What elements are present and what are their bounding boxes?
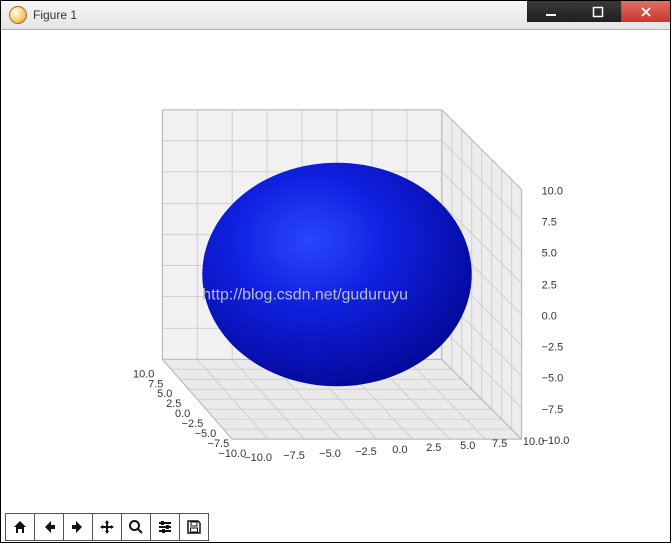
close-button[interactable]: [621, 1, 670, 22]
watermark-text: http://blog.csdn.net/guduruyu: [202, 286, 408, 303]
zoom-button[interactable]: [121, 513, 151, 541]
window-title: Figure 1: [33, 8, 77, 22]
arrow-left-icon: [41, 519, 57, 535]
y-tick: 2.5: [426, 442, 441, 454]
titlebar[interactable]: Figure 1: [1, 1, 670, 30]
z-tick: −5.0: [542, 372, 564, 384]
arrow-right-icon: [70, 519, 86, 535]
maximize-button[interactable]: [574, 1, 621, 22]
subplots-button[interactable]: [150, 513, 180, 541]
y-tick: 10.0: [523, 436, 544, 448]
z-tick: 7.5: [542, 217, 557, 229]
app-icon: [9, 6, 27, 24]
window-controls: [527, 1, 670, 22]
figure-window: Figure 1: [0, 0, 671, 543]
save-icon: [186, 519, 202, 535]
z-axis-ticks: 10.0 7.5 5.0 2.5 0.0 −2.5 −5.0 −7.5 −10.…: [542, 186, 570, 447]
y-tick: −7.5: [283, 450, 305, 462]
sliders-icon: [157, 519, 173, 535]
plot-canvas[interactable]: http://blog.csdn.net/guduruyu 10.0 7.5 5…: [2, 30, 669, 509]
maximize-icon: [592, 6, 604, 18]
home-button[interactable]: [5, 513, 35, 541]
z-tick: 5.0: [542, 248, 557, 260]
z-tick: −7.5: [542, 404, 564, 416]
save-button[interactable]: [179, 513, 209, 541]
y-tick: −2.5: [355, 446, 377, 458]
forward-button[interactable]: [63, 513, 93, 541]
y-tick: −10.0: [244, 452, 272, 464]
y-tick: 7.5: [492, 438, 507, 450]
pan-button[interactable]: [92, 513, 122, 541]
x-tick: −10.0: [218, 448, 246, 460]
y-axis-ticks: −10.0 −7.5 −5.0 −2.5 0.0 2.5 5.0 7.5 10.…: [244, 436, 544, 464]
z-tick: 0.0: [542, 310, 557, 322]
axes3d: http://blog.csdn.net/guduruyu 10.0 7.5 5…: [2, 30, 669, 509]
close-icon: [640, 6, 652, 18]
zoom-icon: [128, 519, 144, 535]
z-tick: −2.5: [542, 341, 564, 353]
back-button[interactable]: [34, 513, 64, 541]
move-icon: [99, 519, 115, 535]
z-tick: 10.0: [542, 186, 563, 198]
mpl-toolbar: [5, 513, 208, 539]
sphere-surface: [202, 163, 471, 387]
z-tick: 2.5: [542, 279, 557, 291]
y-tick: −5.0: [319, 448, 341, 460]
y-tick: 5.0: [460, 440, 475, 452]
minimize-button[interactable]: [527, 1, 574, 22]
y-tick: 0.0: [392, 444, 407, 456]
z-tick: −10.0: [542, 435, 570, 447]
minimize-icon: [545, 6, 557, 18]
home-icon: [12, 519, 28, 535]
